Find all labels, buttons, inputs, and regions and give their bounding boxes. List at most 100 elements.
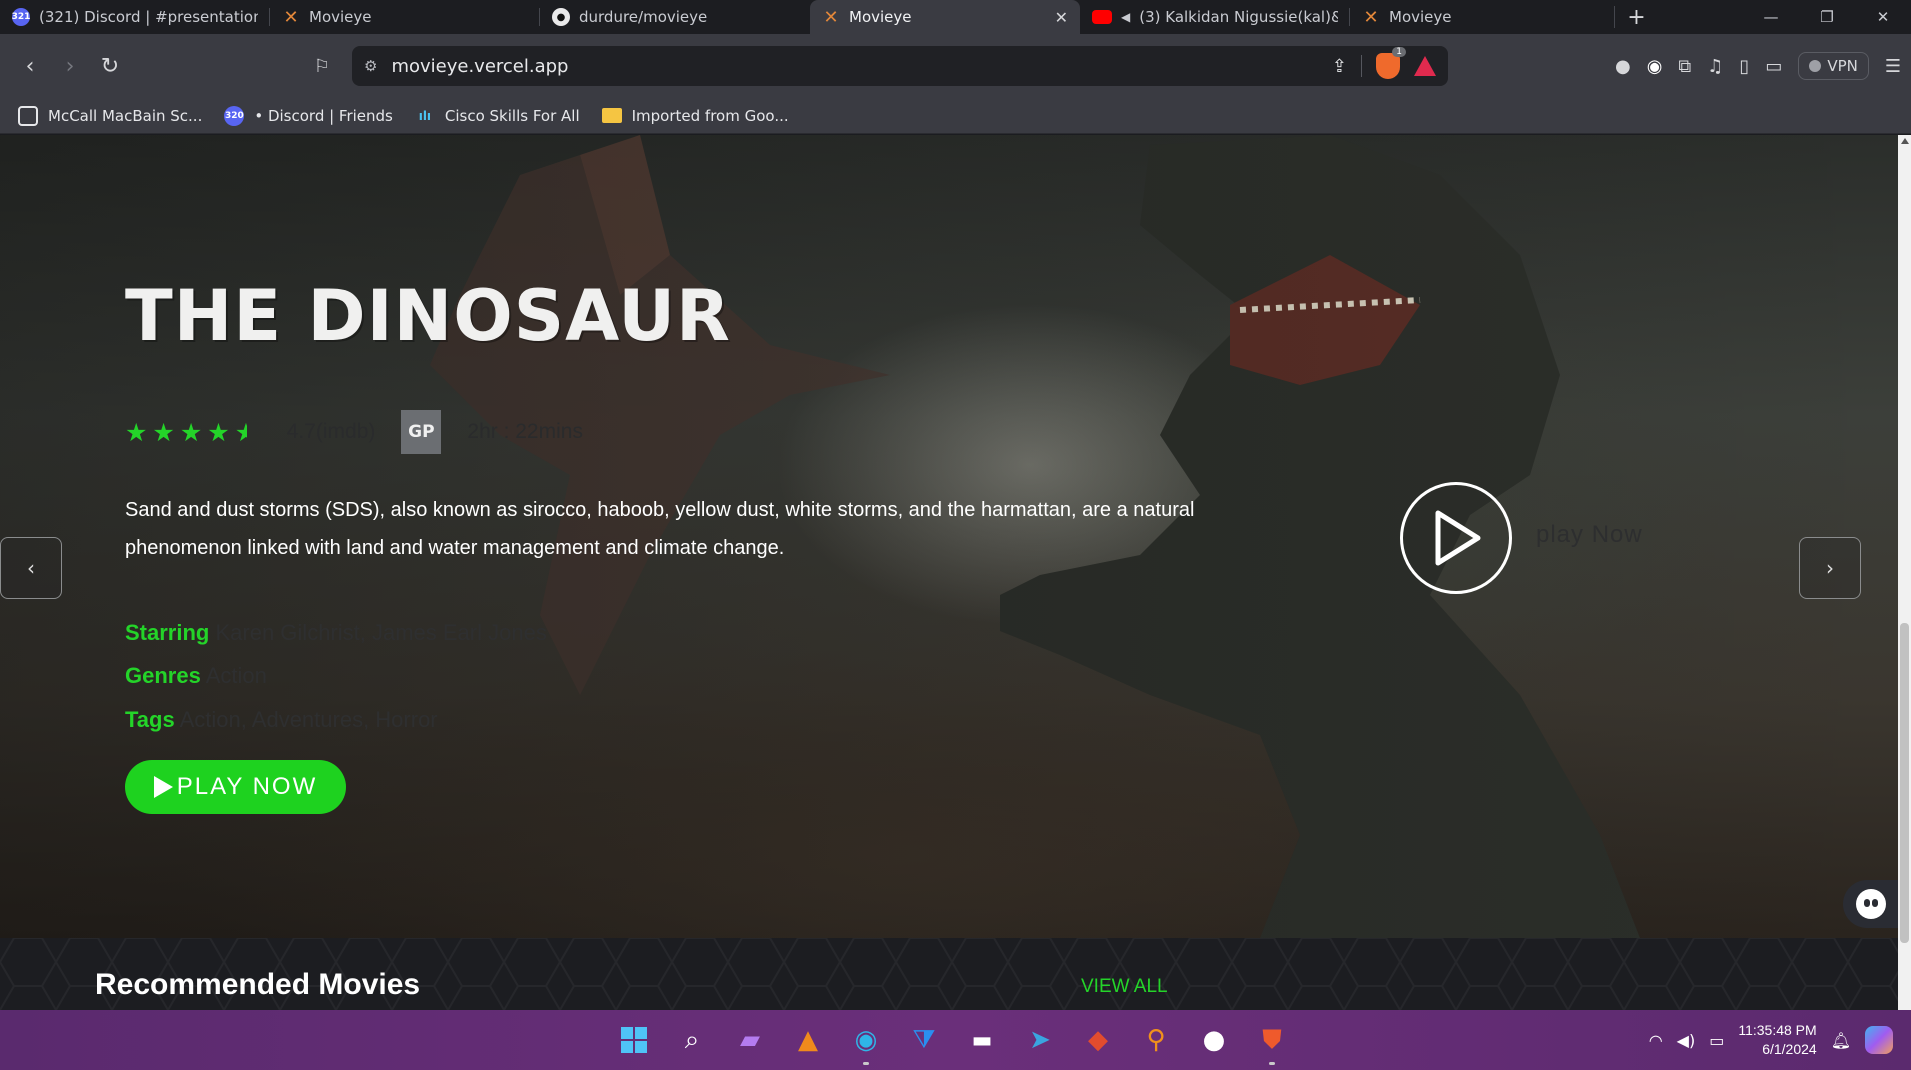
play-circle-icon [1435,510,1481,566]
leo-assistant-button[interactable] [1843,880,1898,928]
magnifier-app-icon[interactable]: ⚲ [1134,1018,1178,1062]
hero-banner: THE DINOSAUR ★ ★ ★ ★ ★ 4.7(imdb) GP 2hr … [0,135,1898,938]
movie-duration: 2hr : 22mins [467,420,583,443]
shields-badge: 1 [1392,47,1406,57]
tab-youtube[interactable]: ◀ (3) Kalkidan Nigussie(kal)&Yo [1080,0,1350,34]
git-icon[interactable]: ◆ [1076,1018,1120,1062]
imdb-rating: 4.7(imdb) [286,420,376,443]
window-controls: — ❐ ✕ [1743,0,1911,34]
notification-bell-icon[interactable]: 🔔︎ [1831,1031,1851,1050]
close-tab-icon[interactable]: ✕ [1055,8,1068,27]
tab-github[interactable]: ● durdure/movieye [540,0,810,34]
menu-icon[interactable]: ☰ [1885,56,1901,77]
wifi-icon[interactable]: ◠ [1649,1031,1663,1050]
github-desktop-icon[interactable]: ● [1192,1018,1236,1062]
vlc-icon[interactable]: ▲ [786,1018,830,1062]
tab-movieye-active[interactable]: ✕ Movieye ✕ [810,0,1080,34]
terminal-icon[interactable]: ▬ [960,1018,1004,1062]
running-indicator [1269,1062,1275,1065]
tab-title: (321) Discord | #presentation-an [39,8,258,26]
share-icon[interactable]: ⇪ [1332,56,1347,77]
new-tab-button[interactable]: + [1614,5,1658,30]
bookmark-mccall[interactable]: McCall MacBain Sc... [18,105,202,126]
sidebar-icon[interactable]: ▯ [1739,56,1749,77]
play-trailer-button[interactable] [1400,482,1512,594]
web-page: THE DINOSAUR ★ ★ ★ ★ ★ 4.7(imdb) GP 2hr … [0,135,1898,1010]
cisco-icon: ılı [418,108,432,123]
page-scrollbar[interactable] [1898,135,1911,1010]
mcmaster-icon [18,105,38,126]
forward-button[interactable]: › [50,46,90,86]
clock-date: 6/1/2024 [1762,1041,1817,1057]
starring-value: Karen Gilchrist, James Earl Jones [215,620,547,645]
next-slide-button[interactable]: › [1799,537,1861,599]
movie-meta: ★ ★ ★ ★ ★ 4.7(imdb) GP 2hr : 22mins [125,410,583,454]
extension-mouse-icon[interactable]: ● [1615,56,1631,77]
scroll-up-icon[interactable] [1901,138,1909,144]
movie-description: Sand and dust storms (SDS), also known a… [125,499,1195,559]
github-icon: ● [552,8,570,26]
windows-start-icon[interactable] [612,1018,656,1062]
close-icon[interactable]: ✕ [1855,0,1911,34]
brave-icon[interactable]: ⛊ [1250,1018,1294,1065]
telegram-icon[interactable]: ➤ [1018,1018,1062,1062]
address-bar[interactable]: ⚙ movieye.vercel.app ⇪ 1 [352,46,1448,86]
star-rating: ★ ★ ★ ★ ★ [125,418,247,447]
media-icon[interactable]: ♫ [1707,56,1723,77]
bookmarks-bar: McCall MacBain Sc... 320 • Discord | Fri… [0,98,1911,134]
system-tray: ◠ ◀) ▭ 11:35:48 PM 6/1/2024 🔔︎ [1649,1018,1893,1062]
tab-title: (3) Kalkidan Nigussie(kal)&Yo [1139,8,1338,26]
tags-value: Action, Adventures, Horror [179,707,438,732]
browser-toolbar: ‹ › ↻ ⚐ ⚙ movieye.vercel.app ⇪ 1 ● ◉ ⧉ ♫… [0,34,1911,98]
tab-movieye-1[interactable]: ✕ Movieye [270,0,540,34]
bookmark-label: • Discord | Friends [254,106,393,125]
section-title: Recommended Movies [95,968,421,1001]
vpn-button[interactable]: VPN [1798,52,1869,80]
brave-rewards-icon[interactable] [1414,56,1436,76]
speaker-icon[interactable]: ◀ [1121,10,1130,24]
starring-row: Starring Karen Gilchrist, James Earl Jon… [125,620,547,646]
battery-icon[interactable]: ▭ [1709,1031,1724,1050]
bookmark-imported-folder[interactable]: Imported from Goo... [601,107,789,125]
site-settings-icon[interactable]: ⚙ [364,57,377,75]
brave-shields-icon[interactable]: 1 [1376,47,1406,79]
genres-label: Genres [125,663,201,688]
scrollbar-thumb[interactable] [1900,623,1909,943]
bookmark-icon[interactable]: ⚐ [302,46,342,86]
tab-discord[interactable]: 321 (321) Discord | #presentation-an [0,0,270,34]
certificate-badge: GP [401,410,442,454]
movieye-icon: ✕ [283,6,299,28]
genres-row: Genres Action [125,663,267,689]
tab-movieye-3[interactable]: ✕ Movieye [1350,0,1614,34]
volume-icon[interactable]: ◀) [1677,1031,1696,1050]
file-explorer-icon[interactable]: ▰ [728,1018,772,1062]
prev-slide-button[interactable]: ‹ [0,537,62,599]
tab-title: Movieye [309,8,372,26]
toolbar-right: ● ◉ ⧉ ♫ ▯ ▭ VPN ☰ [1615,46,1901,86]
bookmark-discord[interactable]: 320 • Discord | Friends [224,105,393,126]
tab-strip: 321 (321) Discord | #presentation-an ✕ M… [0,0,1911,34]
star-icon: ★ [152,417,175,447]
restore-icon[interactable]: ❐ [1799,0,1855,34]
back-button[interactable]: ‹ [10,46,50,86]
tags-row: Tags Action, Adventures, Horror [125,707,438,733]
youtube-icon [1092,10,1112,24]
wallet-icon[interactable]: ▭ [1765,56,1782,77]
bookmark-cisco[interactable]: ılı Cisco Skills For All [415,106,580,126]
play-now-text[interactable]: play Now [1536,521,1643,549]
clock-time: 11:35:48 PM [1738,1022,1817,1038]
star-icon: ★ [125,417,148,447]
vscode-icon[interactable]: ⧩ [902,1018,946,1062]
edge-icon[interactable]: ◉ [844,1018,888,1065]
play-now-button[interactable]: PLAY NOW [125,760,346,814]
url-text[interactable]: movieye.vercel.app [391,56,1317,77]
view-all-link[interactable]: VIEW ALL [1081,976,1168,998]
leo-ai-icon[interactable]: ◉ [1647,56,1663,77]
extensions-icon[interactable]: ⧉ [1678,56,1691,77]
clock[interactable]: 11:35:48 PM 6/1/2024 [1738,1021,1816,1059]
search-icon[interactable]: ⌕ [670,1018,714,1062]
copilot-icon[interactable] [1865,1026,1893,1054]
movie-title: THE DINOSAUR [125,275,731,357]
minimize-icon[interactable]: — [1743,0,1799,34]
reload-button[interactable]: ↻ [90,46,130,86]
